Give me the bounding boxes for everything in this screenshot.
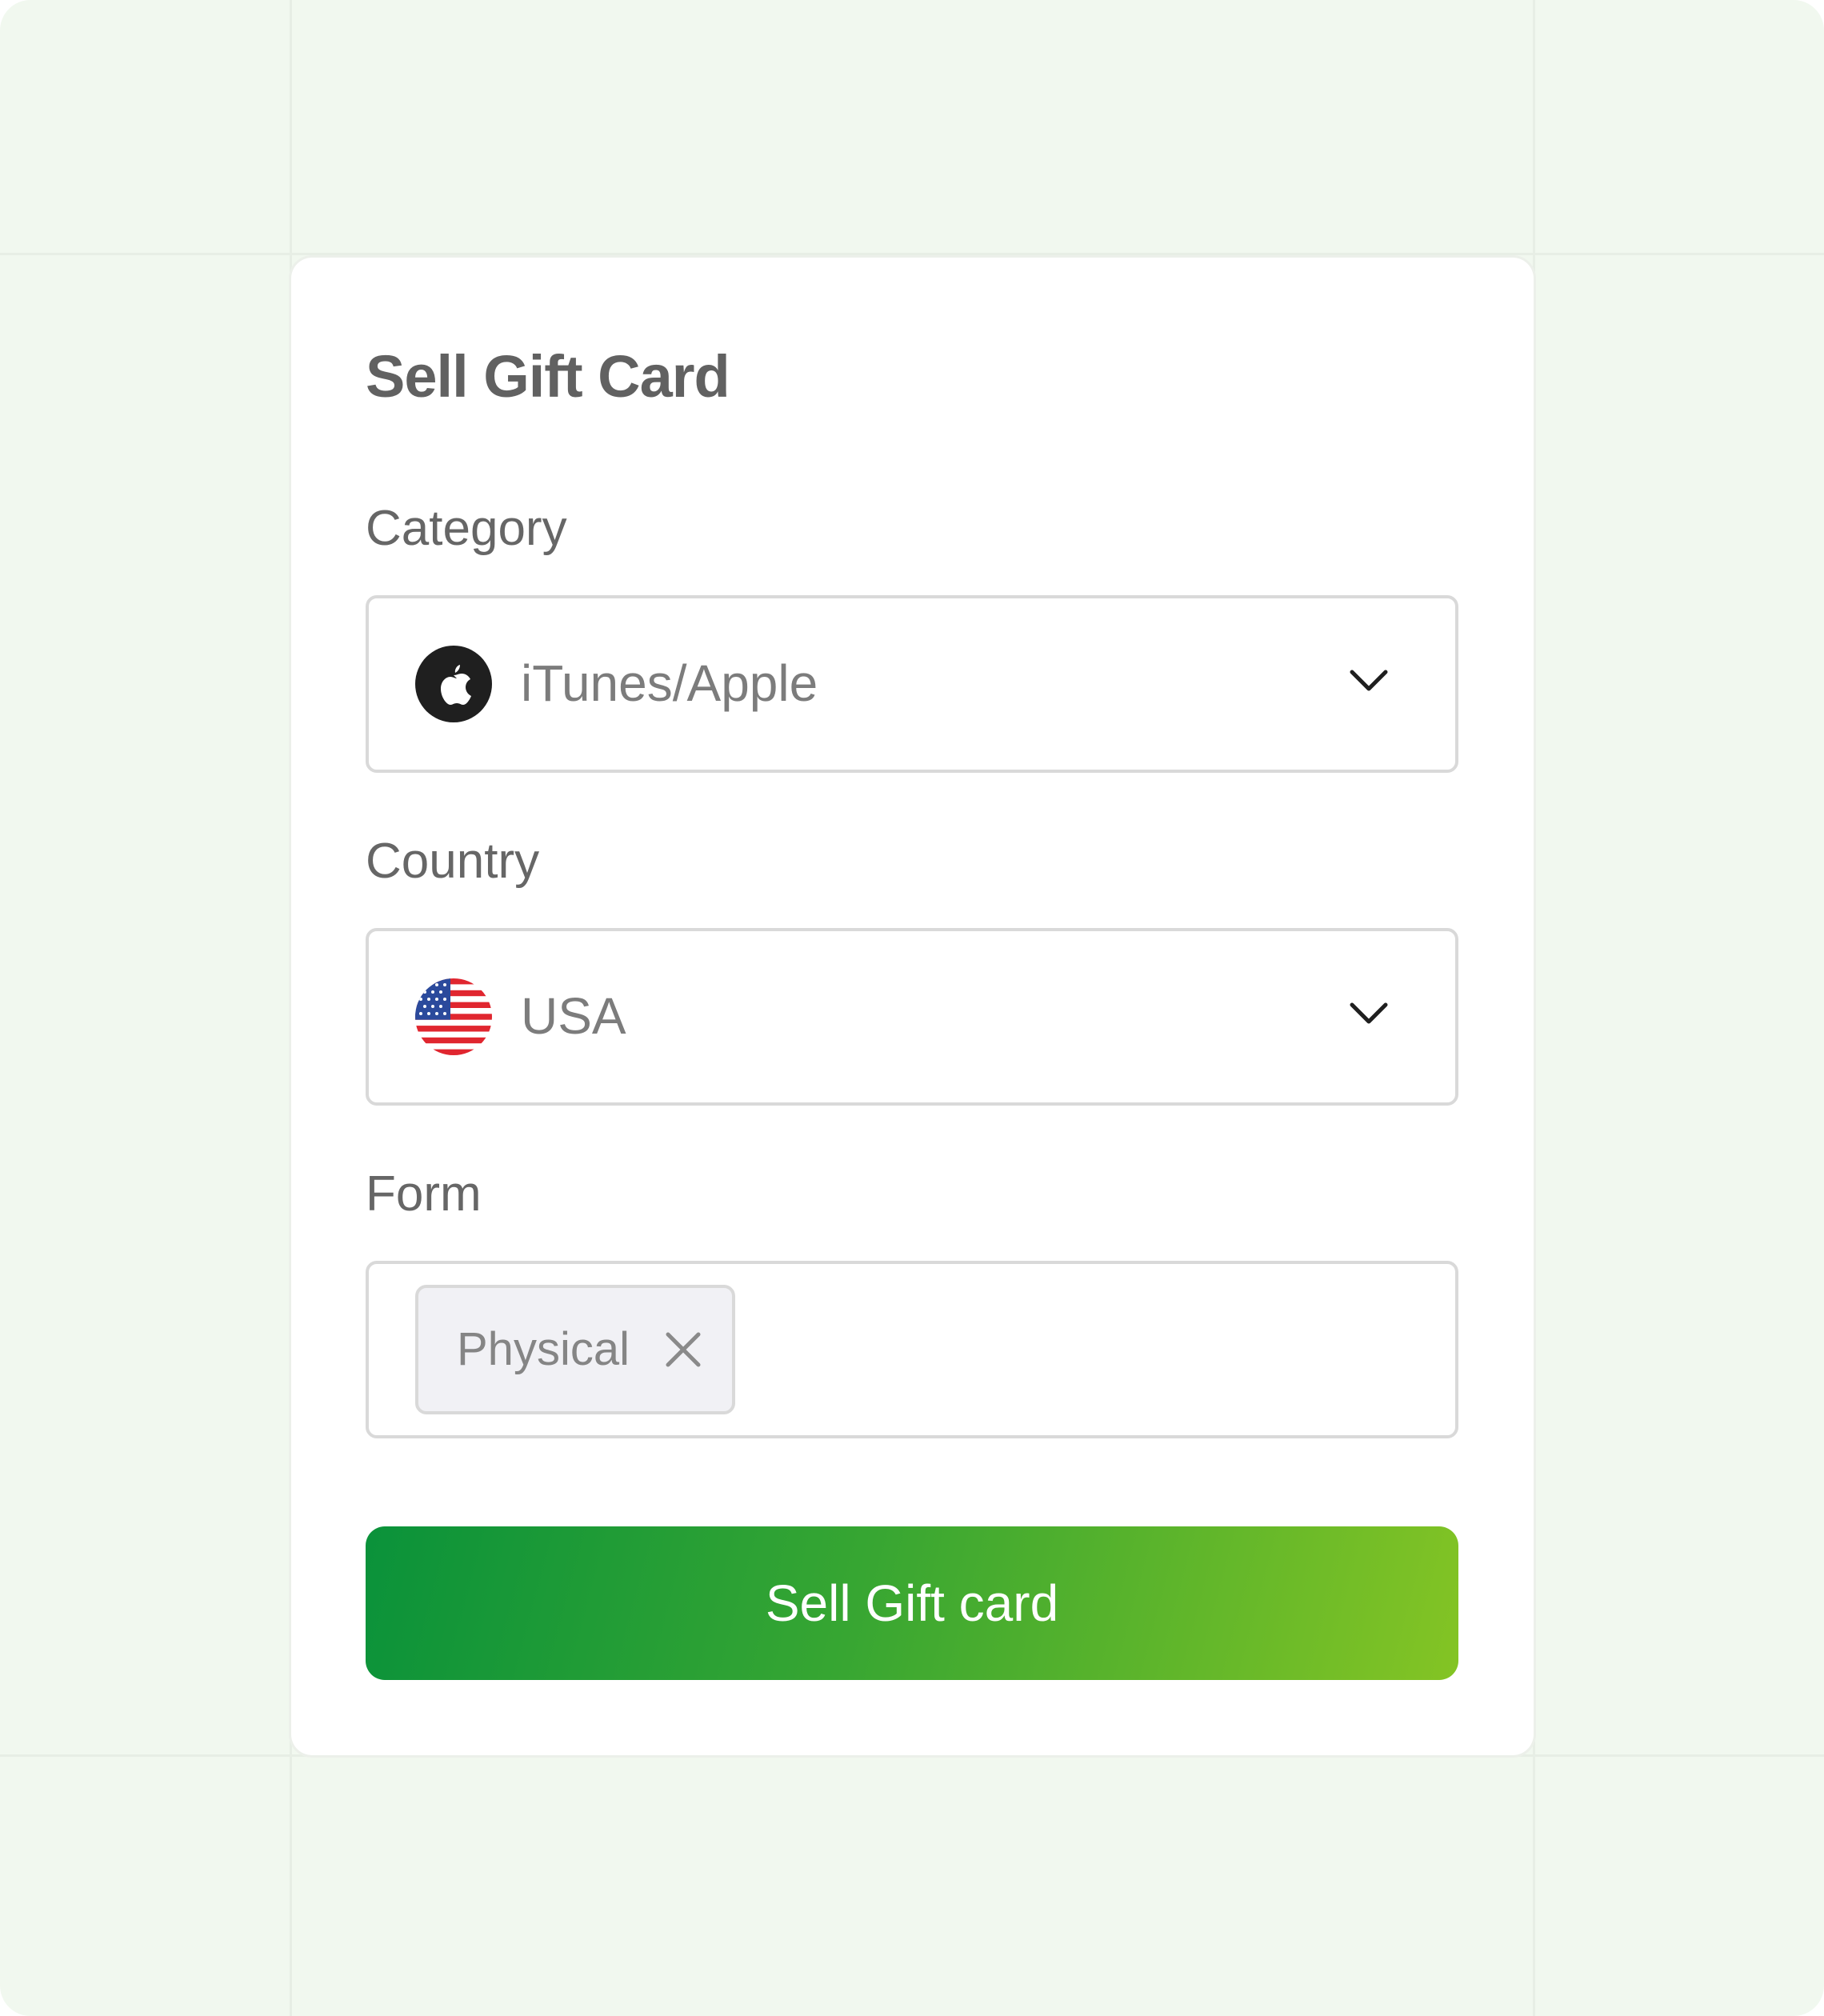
country-select[interactable]: USA: [366, 928, 1458, 1106]
usa-flag-icon: [415, 978, 492, 1055]
country-value: USA: [521, 987, 626, 1045]
category-label: Category: [366, 501, 567, 556]
grid-line-horizontal: [0, 253, 1824, 255]
chevron-down-icon: [1350, 1002, 1388, 1024]
form-type-label: Form: [366, 1166, 482, 1222]
apple-logo-icon: [415, 646, 492, 722]
form-type-chip: Physical: [415, 1285, 735, 1414]
close-icon[interactable]: [665, 1331, 702, 1368]
form-title: Sell Gift Card: [366, 343, 730, 410]
form-type-multiselect[interactable]: Physical: [366, 1261, 1458, 1438]
chip-label: Physical: [457, 1323, 630, 1375]
sell-gift-card-form: Sell Gift Card Category iTunes/Apple Cou…: [291, 258, 1534, 1755]
sell-gift-card-button[interactable]: Sell Gift card: [366, 1526, 1458, 1680]
category-select[interactable]: iTunes/Apple: [366, 595, 1458, 773]
country-label: Country: [366, 834, 540, 889]
page-background: Sell Gift Card Category iTunes/Apple Cou…: [0, 0, 1824, 2016]
category-value: iTunes/Apple: [521, 654, 818, 712]
chevron-down-icon: [1350, 670, 1388, 691]
